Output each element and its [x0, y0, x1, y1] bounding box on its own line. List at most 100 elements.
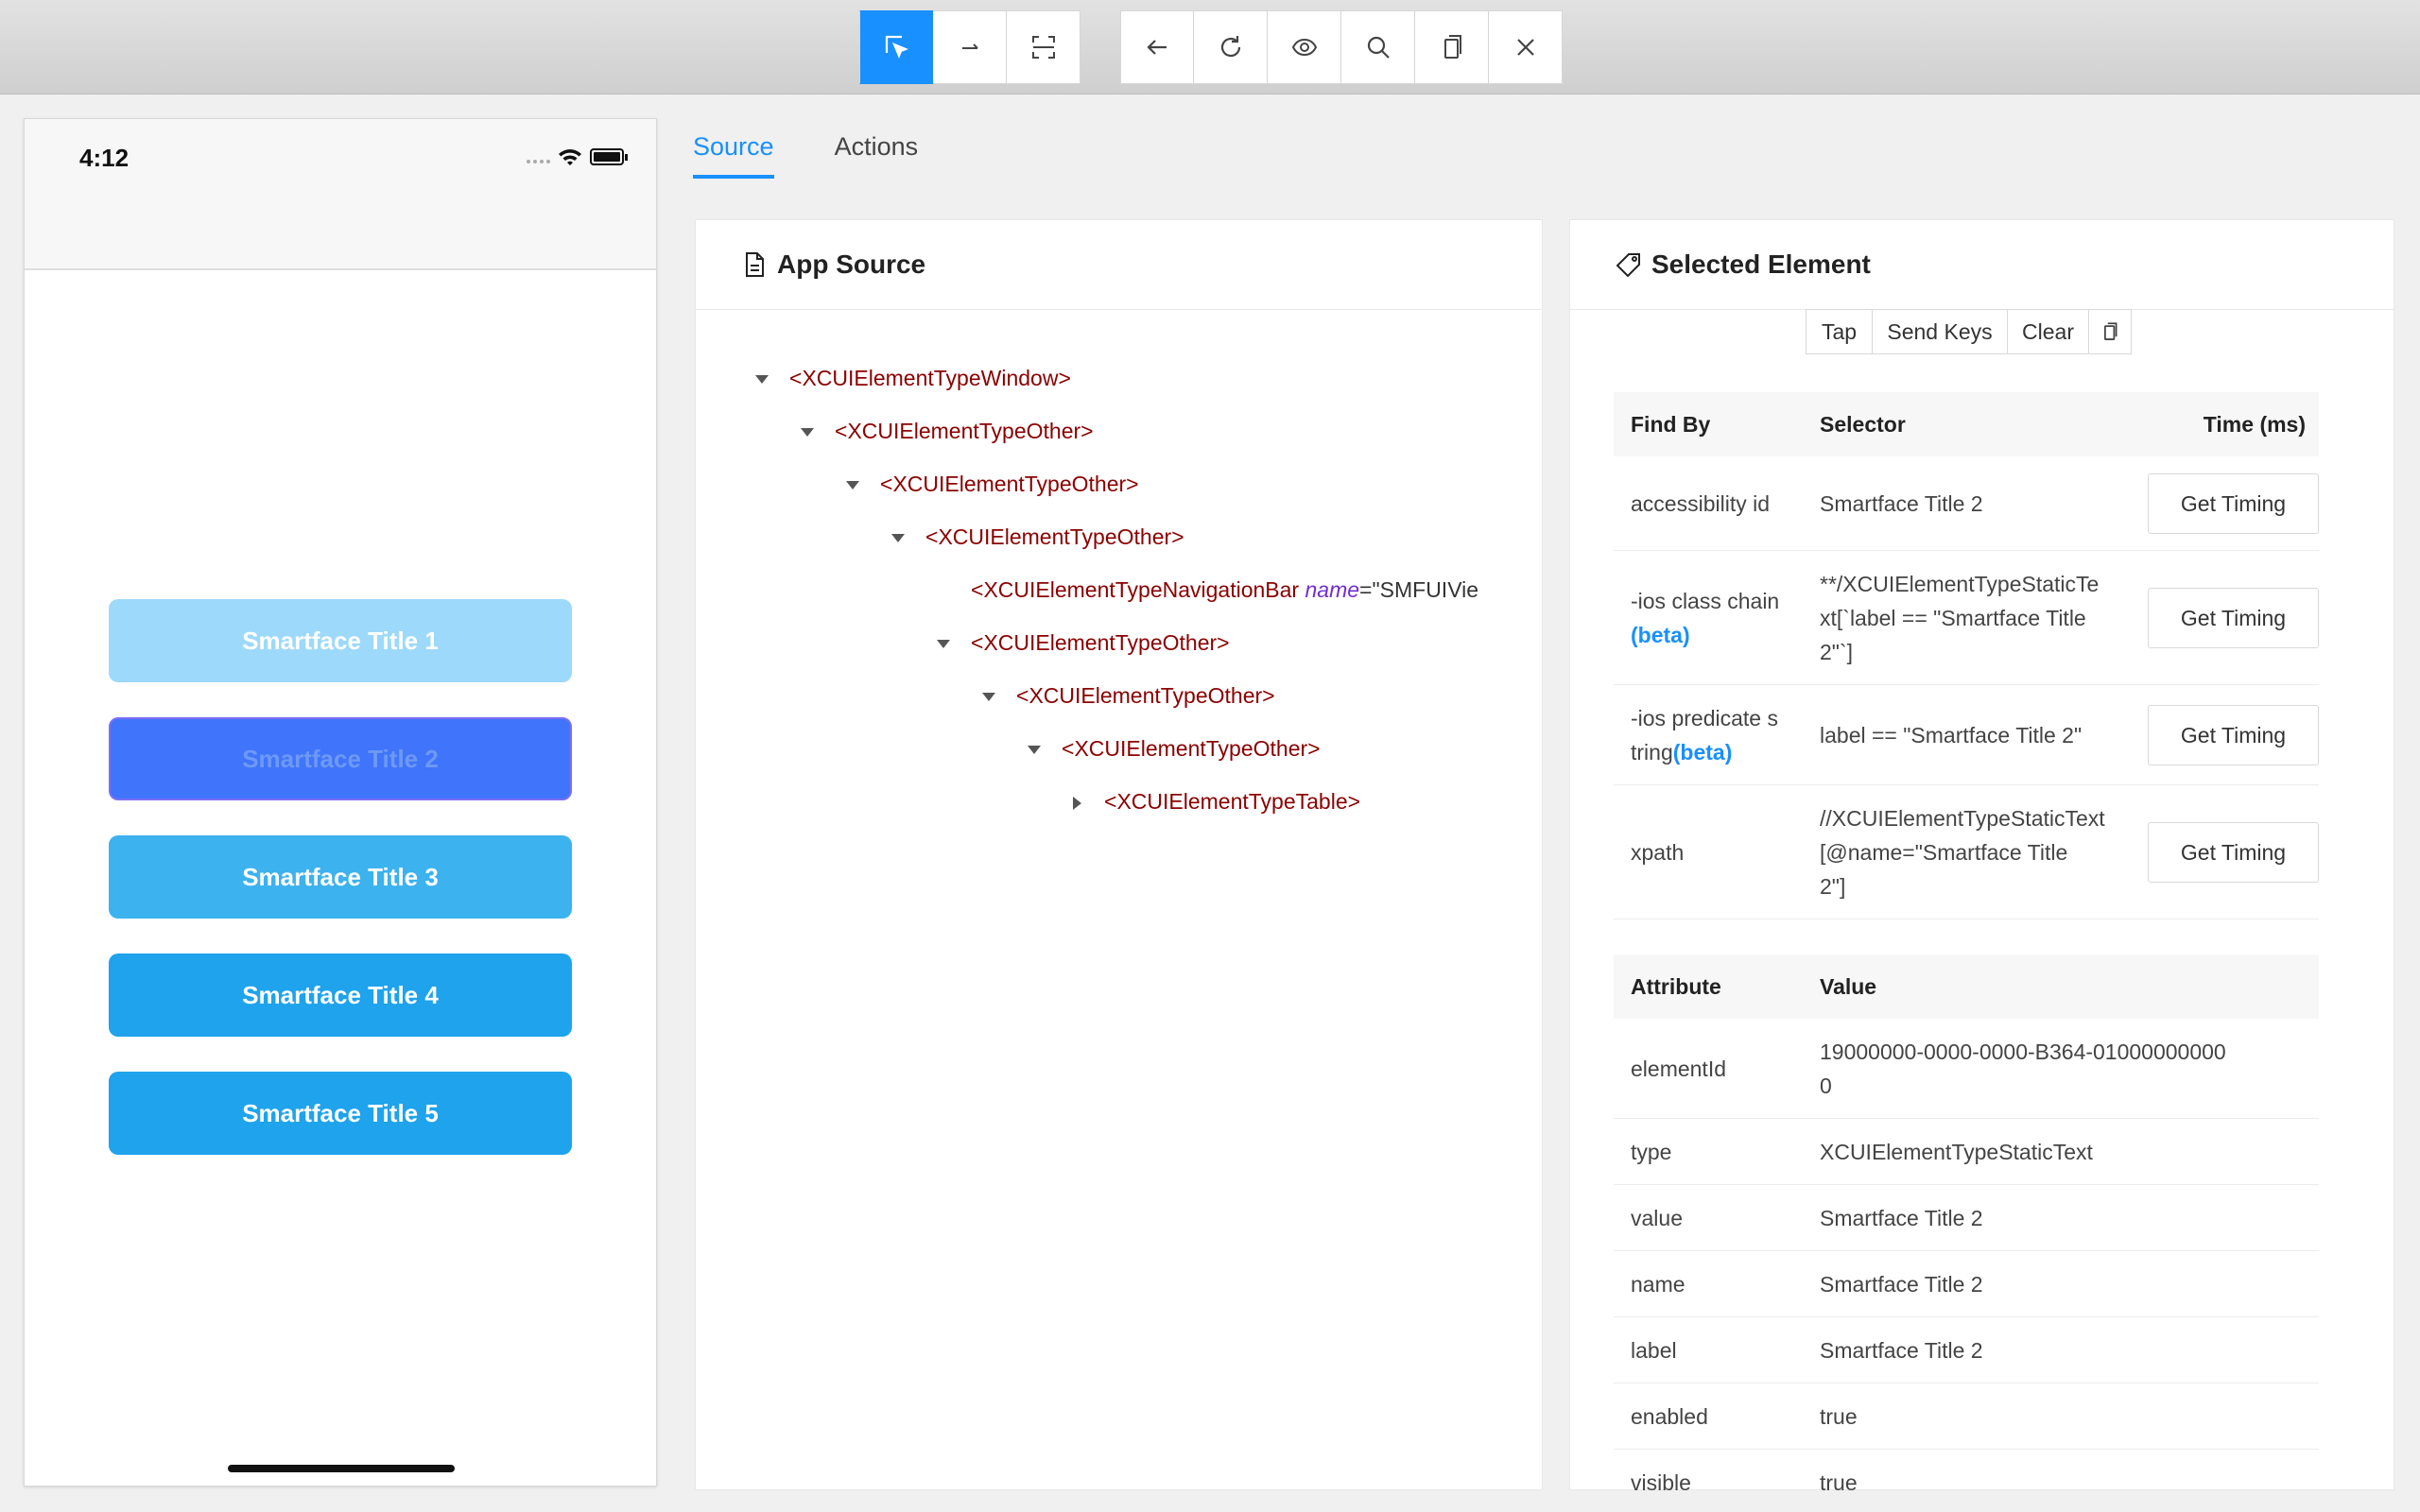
copy-xml-button[interactable]: [1415, 10, 1489, 84]
smartface-title-button-3[interactable]: Smartface Title 3: [109, 835, 572, 919]
find-by-row: -ios predicate s tring(beta) label == "Sma…: [1614, 685, 2319, 785]
tab-source[interactable]: Source: [693, 132, 774, 179]
attribute-value-line: true: [1820, 1470, 1858, 1495]
find-by-strategy: -ios class chain (beta): [1631, 584, 1810, 652]
send-keys-button[interactable]: Send Keys: [1873, 309, 2008, 354]
header-time: Time (ms): [2203, 412, 2306, 437]
attribute-name: enabled: [1631, 1404, 1708, 1429]
smartface-title-button-4[interactable]: Smartface Title 4: [109, 954, 572, 1037]
back-button[interactable]: [1120, 10, 1194, 84]
swipe-arrow-icon: [961, 43, 978, 49]
copy-attributes-button[interactable]: [2089, 309, 2132, 354]
app-source-panel: App Source <XCUIElementTypeWindow> <XCUIE…: [695, 219, 1543, 1490]
session-actions-group: [1120, 10, 1563, 84]
header-attribute: Attribute: [1631, 974, 1721, 999]
selector-line: 2"`]: [1820, 640, 1854, 664]
attribute-name: value: [1631, 1206, 1683, 1230]
find-by-table-header: Find By Selector Time (ms): [1614, 392, 2319, 456]
attribute-row: label Smartface Title 2: [1614, 1317, 2319, 1383]
tree-node[interactable]: <XCUIElementTypeNavigationBar name="SMFU…: [937, 577, 1478, 603]
selector-value: **/XCUIElementTypeStaticTe xt[`label == "…: [1820, 567, 2141, 669]
clear-button[interactable]: Clear: [2008, 309, 2089, 354]
tree-node-tag: XCUIElementTypeOther: [1028, 683, 1263, 708]
selector-line: label == "Smartface Title 2": [1820, 723, 2083, 747]
get-timing-button[interactable]: Get Timing: [2148, 473, 2319, 534]
inspector-mode-group: [859, 10, 1080, 84]
attribute-value-line: 0: [1820, 1074, 1832, 1098]
attribute-row: value Smartface Title 2: [1614, 1185, 2319, 1251]
toolbar: [0, 0, 2420, 94]
caret-down-icon[interactable]: [846, 481, 859, 490]
tree-node[interactable]: <XCUIElementTypeWindow>: [755, 366, 1071, 391]
attribute-name: name: [1631, 1272, 1685, 1297]
smartface-title-button-5[interactable]: Smartface Title 5: [109, 1072, 572, 1155]
eye-icon: [1291, 38, 1317, 57]
selector-line: //XCUIElementTypeStaticText: [1820, 806, 2105, 831]
swipe-button[interactable]: [933, 10, 1007, 84]
smartface-title-button-2[interactable]: Smartface Title 2: [109, 717, 572, 800]
caret-down-icon[interactable]: [982, 693, 995, 702]
tree-node[interactable]: <XCUIElementTypeOther>: [846, 472, 1139, 497]
tree-node[interactable]: <XCUIElementTypeOther>: [937, 630, 1230, 656]
tag-icon: [1616, 253, 1640, 278]
attribute-value: Smartface Title 2: [1820, 1267, 2316, 1301]
selector-line: 2"]: [1820, 874, 1846, 899]
home-indicator: [228, 1465, 455, 1472]
search-button[interactable]: [1341, 10, 1415, 84]
get-timing-button[interactable]: Get Timing: [2148, 588, 2319, 648]
attribute-value-line: Smartface Title 2: [1820, 1338, 1983, 1363]
caret-down-icon[interactable]: [755, 375, 769, 385]
tree-node-tag: XCUIElementTypeOther: [938, 524, 1172, 549]
refresh-button[interactable]: [1194, 10, 1268, 84]
device-screenshot: 4:12 Smartface Title 1 Smartface Title 2 S…: [24, 118, 657, 1486]
caret-right-icon[interactable]: [1073, 796, 1081, 810]
attributes-table-header: Attribute Value: [1614, 954, 2319, 1019]
selector-value: //XCUIElementTypeStaticText [@name="Smart…: [1820, 801, 2141, 903]
find-by-strategy: -ios predicate s tring(beta): [1631, 701, 1810, 769]
tap-coordinates-button[interactable]: [1007, 10, 1080, 84]
beta-badge: (beta): [1631, 623, 1690, 647]
attribute-value: Smartface Title 2: [1820, 1333, 2316, 1367]
tree-node-tag: XCUIElementTypeOther: [983, 630, 1218, 655]
copy-icon: [2103, 322, 2118, 340]
tree-node-tag: XCUIElementTypeOther: [1074, 736, 1308, 761]
tap-button[interactable]: Tap: [1806, 309, 1873, 354]
tree-node[interactable]: <XCUIElementTypeOther>: [982, 683, 1275, 709]
tree-node-tag: XCUIElementTypeOther: [892, 472, 1127, 496]
tab-actions[interactable]: Actions: [835, 132, 919, 179]
recording-button[interactable]: [1268, 10, 1341, 84]
wifi-icon: [559, 149, 581, 165]
caret-down-icon[interactable]: [801, 428, 814, 438]
smartface-title-button-1[interactable]: Smartface Title 1: [109, 599, 572, 682]
signal-icon: [527, 160, 550, 163]
strategy-label: xpath: [1631, 840, 1685, 865]
inspector-tabs: Source Actions: [693, 132, 918, 179]
strategy-label: -ios class chain: [1631, 589, 1780, 613]
get-timing-button[interactable]: Get Timing: [2148, 822, 2319, 883]
caret-down-icon[interactable]: [937, 640, 950, 649]
attribute-value: true: [1820, 1400, 2316, 1434]
ios-status-bar: 4:12: [25, 119, 656, 270]
copy-icon: [1443, 35, 1461, 59]
header-find-by: Find By: [1631, 412, 1711, 437]
quit-session-button[interactable]: [1489, 10, 1563, 84]
attribute-value: 19000000-0000-0000-B364-01000000000 0: [1820, 1035, 2316, 1103]
select-elements-button[interactable]: [859, 10, 933, 84]
tree-node-tag: XCUIElementTypeNavigationBar: [983, 577, 1300, 602]
tree-node[interactable]: <XCUIElementTypeOther>: [801, 419, 1094, 444]
caret-down-icon[interactable]: [891, 534, 905, 543]
attribute-row: enabled true: [1614, 1383, 2319, 1450]
select-cursor-icon: [885, 35, 908, 59]
selector-line: **/XCUIElementTypeStaticTe: [1820, 572, 2100, 596]
get-timing-button[interactable]: Get Timing: [2148, 705, 2319, 765]
tree-node[interactable]: <XCUIElementTypeOther>: [891, 524, 1184, 550]
tree-node[interactable]: <XCUIElementTypeTable>: [1073, 789, 1360, 815]
file-icon: [746, 252, 764, 277]
status-icons: [527, 147, 628, 166]
caret-down-icon[interactable]: [1028, 746, 1041, 755]
attribute-row: elementId 19000000-0000-0000-B364-0100000…: [1614, 1019, 2319, 1119]
tree-node[interactable]: <XCUIElementTypeOther>: [1028, 736, 1321, 762]
attribute-value: true: [1820, 1466, 2316, 1500]
header-value: Value: [1820, 974, 1877, 999]
tree-node-attr-name: name: [1305, 577, 1360, 602]
